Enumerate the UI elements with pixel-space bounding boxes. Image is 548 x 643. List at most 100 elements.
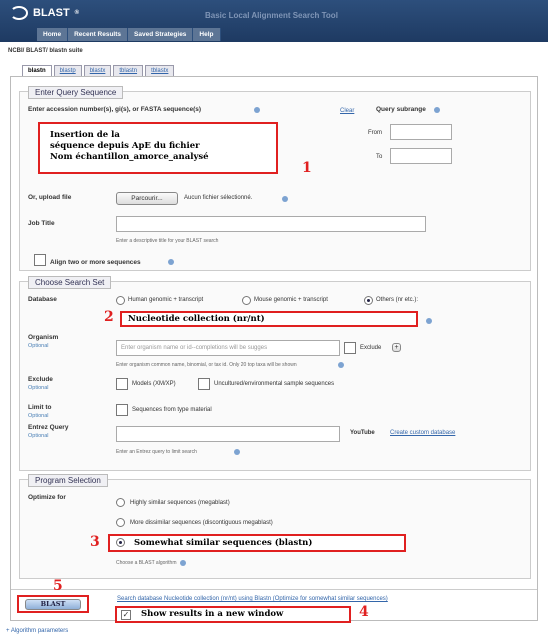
submit-area: 5 BLAST Search database Nucleotide colle…: [11, 578, 537, 623]
breadcrumb[interactable]: NCBI/ BLAST/ blastn suite: [8, 48, 83, 54]
db-option-others: Others (nr etc.):: [376, 297, 419, 303]
tab-tblastx[interactable]: tblastx: [145, 65, 175, 76]
query-label: Enter accession number(s), gi(s), or FAS…: [28, 106, 202, 113]
search-set-legend: Choose Search Set: [28, 276, 112, 289]
browse-button[interactable]: Parcourir...: [116, 192, 178, 205]
models-label: Models (XM/XP): [132, 381, 176, 387]
database-select[interactable]: Nucleotide collection (nr/nt): [120, 311, 418, 327]
uncultured-label: Uncultured/environmental sample sequence…: [214, 381, 335, 387]
annotation-line: Insertion de la: [50, 130, 120, 140]
from-input[interactable]: [390, 124, 452, 140]
app-name: BLAST: [33, 7, 70, 19]
to-input[interactable]: [390, 148, 452, 164]
algorithm-hint: Choose a BLAST algorithm: [116, 560, 177, 566]
db-radio-mouse[interactable]: [242, 296, 251, 305]
align-two-checkbox[interactable]: [34, 254, 46, 266]
organism-input[interactable]: Enter organism name or id--completions w…: [116, 340, 340, 356]
youtube-icon[interactable]: YouTube: [350, 430, 375, 436]
header-bar: BLAST ® Basic Local Alignment Search Tool…: [0, 0, 548, 42]
help-icon[interactable]: [168, 259, 174, 265]
help-icon[interactable]: [180, 560, 186, 566]
nav-saved-strategies[interactable]: Saved Strategies: [128, 28, 194, 41]
tab-blastx[interactable]: blastx: [83, 65, 112, 76]
db-option-mouse: Mouse genomic + transcript: [254, 297, 328, 303]
annotation-line: séquence depuis ApE du fichier: [50, 141, 200, 151]
nav-home[interactable]: Home: [37, 28, 69, 41]
help-icon[interactable]: [254, 107, 260, 113]
help-icon[interactable]: [234, 449, 240, 455]
program-legend: Program Selection: [28, 474, 108, 487]
limit-to-label: Limit to: [28, 404, 52, 411]
nav-bar: Home Recent Results Saved Strategies Hel…: [37, 28, 221, 41]
blast-button[interactable]: BLAST: [25, 599, 81, 610]
megablast-radio[interactable]: [116, 498, 125, 507]
algorithm-parameters-toggle[interactable]: + Algorithm parameters: [6, 628, 68, 634]
tab-blastp[interactable]: blastp: [53, 65, 82, 76]
organism-label: Organism: [28, 334, 59, 341]
optional-note: Optional: [28, 343, 49, 349]
megablast-label: Highly similar sequences (megablast): [130, 500, 230, 506]
db-option-human: Human genomic + transcript: [128, 297, 204, 303]
query-sequence-textarea[interactable]: Insertion de la séquence depuis ApE du f…: [38, 122, 278, 174]
step-1-marker: 1: [302, 160, 312, 176]
help-icon[interactable]: [434, 107, 440, 113]
blastn-option-highlight[interactable]: Somewhat similar sequences (blastn): [108, 534, 406, 552]
entrez-hint: Enter an Entrez query to limit search: [116, 449, 197, 455]
dc-megablast-radio[interactable]: [116, 518, 125, 527]
organism-hint: Enter organism common name, binomial, or…: [116, 362, 297, 368]
create-custom-db-link[interactable]: Create custom database: [390, 430, 455, 436]
step-4-marker: 4: [359, 604, 369, 620]
nav-recent-results[interactable]: Recent Results: [68, 28, 129, 41]
step-2-marker: 2: [104, 309, 114, 325]
new-window-checkbox[interactable]: ✓: [121, 610, 131, 620]
upload-label: Or, upload file: [28, 194, 72, 201]
search-summary-link[interactable]: Search database Nucleotide collection (n…: [117, 596, 388, 602]
entrez-input[interactable]: [116, 426, 340, 442]
new-window-label: Show results in a new window: [141, 609, 284, 619]
from-label: From: [368, 130, 382, 136]
clear-link[interactable]: Clear: [340, 108, 354, 114]
tab-blastn[interactable]: blastn: [22, 65, 52, 76]
help-icon[interactable]: [426, 318, 432, 324]
new-window-highlight: Show results in a new window: [115, 606, 351, 623]
blast-button-highlight: BLAST: [17, 595, 89, 613]
help-icon[interactable]: [282, 196, 288, 202]
app-subtitle: Basic Local Alignment Search Tool: [205, 11, 338, 20]
search-set-fieldset: Choose Search Set Database Human genomic…: [19, 276, 531, 471]
query-legend: Enter Query Sequence: [28, 86, 124, 99]
step-5-marker: 5: [53, 578, 63, 594]
database-label: Database: [28, 296, 57, 303]
optional-note: Optional: [28, 413, 49, 419]
step-3-marker: 3: [90, 534, 100, 550]
blastn-radio[interactable]: [116, 538, 125, 547]
tab-tblastn[interactable]: tblastn: [113, 65, 144, 76]
dc-megablast-label: More dissimilar sequences (discontiguous…: [130, 520, 273, 526]
to-label: To: [376, 154, 383, 160]
db-radio-human[interactable]: [116, 296, 125, 305]
registered-mark: ®: [74, 10, 80, 16]
optional-note: Optional: [28, 385, 49, 391]
add-organism-button[interactable]: +: [392, 343, 401, 352]
blastn-label: Somewhat similar sequences (blastn): [134, 538, 313, 548]
optional-note: Optional: [28, 433, 49, 439]
job-title-input[interactable]: [116, 216, 426, 232]
exclude-organism-checkbox[interactable]: [344, 342, 356, 354]
optimize-label: Optimize for: [28, 494, 66, 501]
nav-help[interactable]: Help: [193, 28, 221, 41]
blast-logo[interactable]: BLAST ®: [10, 6, 79, 20]
program-tabs: blastn blastp blastx tblastn tblastx: [22, 65, 175, 76]
exclude-organism-label: Exclude: [360, 345, 382, 351]
job-title-label: Job Title: [28, 220, 55, 227]
job-title-hint: Enter a descriptive title for your BLAST…: [116, 238, 219, 244]
entrez-label: Entrez Query: [28, 424, 69, 431]
uncultured-checkbox[interactable]: [198, 378, 210, 390]
db-radio-others[interactable]: [364, 296, 373, 305]
subrange-label: Query subrange: [376, 106, 426, 113]
no-file-text: Aucun fichier sélectionné.: [184, 195, 253, 201]
blast-logo-icon: [10, 6, 28, 20]
annotation-line: Nom échantillon_amorce_analysé: [50, 152, 209, 162]
type-material-checkbox[interactable]: [116, 404, 128, 416]
help-icon[interactable]: [338, 362, 344, 368]
query-fieldset: Enter Query Sequence Enter accession num…: [19, 86, 531, 271]
models-checkbox[interactable]: [116, 378, 128, 390]
